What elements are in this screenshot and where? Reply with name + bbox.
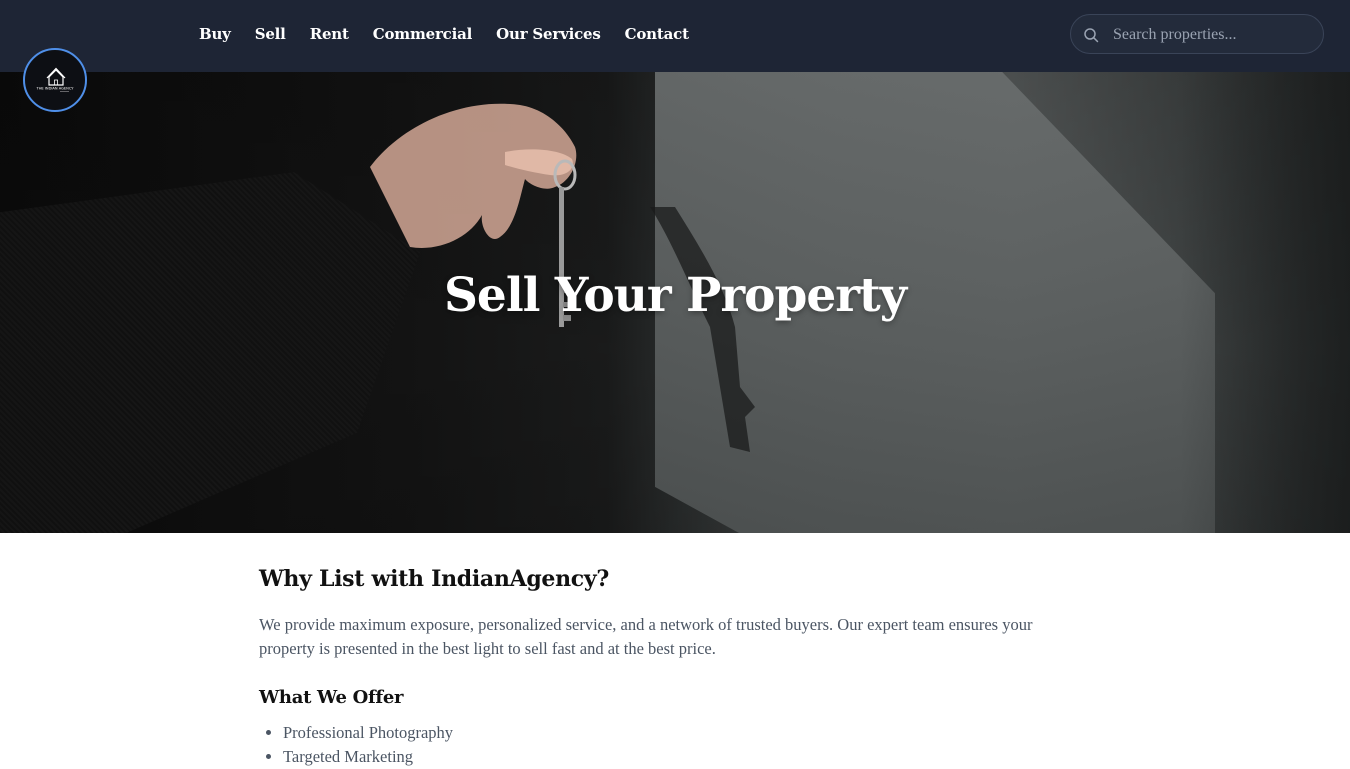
hero-title: Sell Your Property [443,268,907,323]
offer-list: Professional Photography Targeted Market… [259,721,453,769]
why-list-heading: Why List with IndianAgency? [259,566,609,592]
top-navbar: Buy Sell Rent Commercial Our Services Co… [0,0,1350,72]
intro-paragraph: We provide maximum exposure, personalize… [259,615,1033,658]
hero-banner: Sell Your Property [0,72,1350,533]
list-item: Professional Photography [283,721,453,745]
list-item: Targeted Marketing [283,745,453,769]
nav-link-rent[interactable]: Rent [310,25,349,43]
agency-logo[interactable]: THE INDIAN AGENCY [23,48,87,112]
nav-link-buy[interactable]: Buy [199,25,231,43]
nav-link-our-services[interactable]: Our Services [496,25,601,43]
svg-text:THE INDIAN AGENCY: THE INDIAN AGENCY [36,87,75,91]
search-icon [1084,28,1099,43]
nav-link-sell[interactable]: Sell [255,25,286,43]
search-input[interactable] [1111,21,1315,49]
search-bar[interactable] [1070,14,1324,54]
what-we-offer-heading: What We Offer [259,687,404,708]
nav-link-commercial[interactable]: Commercial [373,25,473,43]
house-logo-icon: THE INDIAN AGENCY [36,67,75,92]
main-nav: Buy Sell Rent Commercial Our Services Co… [199,0,713,68]
nav-link-contact[interactable]: Contact [625,25,689,43]
